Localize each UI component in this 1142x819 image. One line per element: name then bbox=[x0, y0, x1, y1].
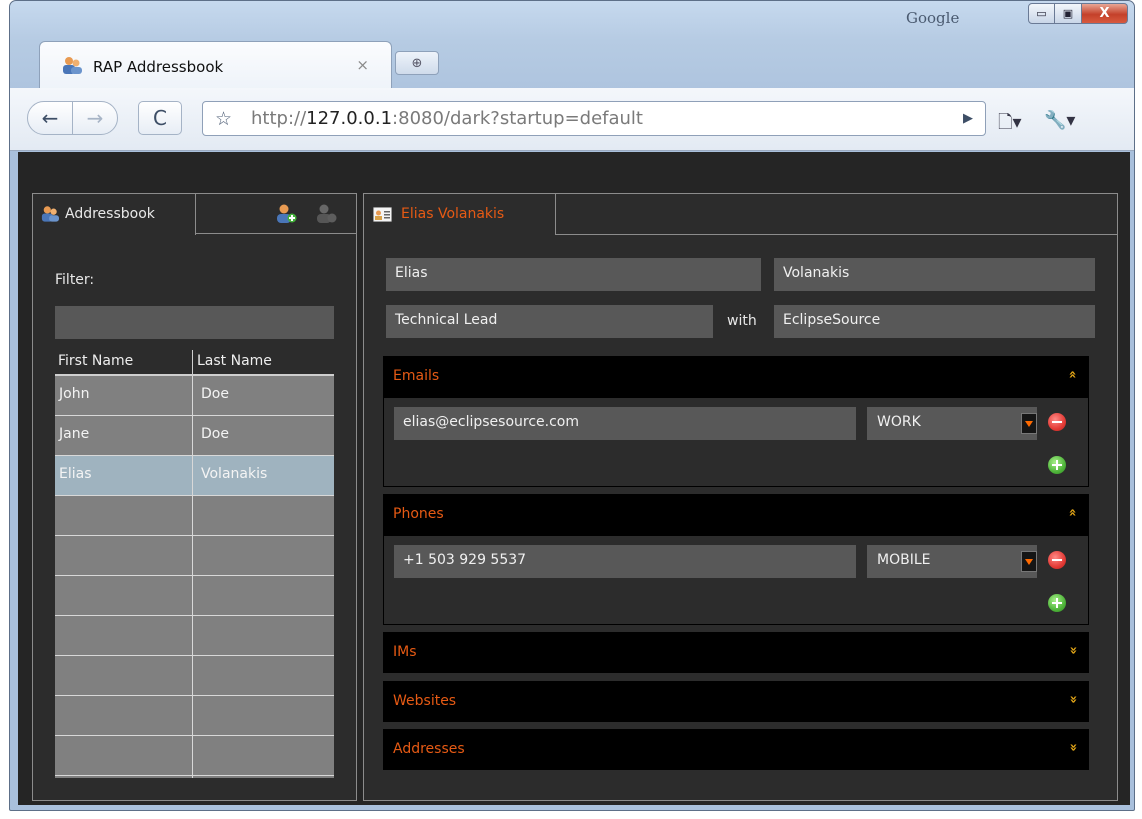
add-contact-icon[interactable] bbox=[275, 203, 297, 223]
phones-title: Phones bbox=[393, 506, 444, 522]
table-row[interactable] bbox=[55, 576, 334, 616]
cell-last-name: Doe bbox=[201, 426, 229, 442]
back-button[interactable]: ← bbox=[27, 101, 73, 135]
expand-chevron-icon[interactable]: » bbox=[1065, 646, 1080, 654]
email-type-value: WORK bbox=[877, 414, 921, 430]
delete-contact-icon[interactable] bbox=[315, 203, 337, 223]
add-email-icon[interactable] bbox=[1048, 456, 1066, 474]
addressbook-view: Addressbook Filter: First Name Last Name… bbox=[32, 193, 357, 801]
reload-button[interactable]: C bbox=[138, 101, 182, 135]
contacts-table: First Name Last Name John Doe Jane Doe Eli… bbox=[55, 350, 334, 778]
remove-email-icon[interactable] bbox=[1048, 413, 1066, 431]
bookmark-star-icon[interactable]: ☆ bbox=[215, 108, 232, 130]
table-row[interactable] bbox=[55, 616, 334, 656]
with-label: with bbox=[727, 313, 757, 329]
phone-input[interactable]: +1 503 929 5537 bbox=[394, 545, 856, 578]
email-input[interactable]: elias@eclipsesource.com bbox=[394, 407, 856, 440]
first-name-field[interactable]: Elias bbox=[386, 258, 761, 291]
column-divider[interactable] bbox=[192, 350, 193, 376]
cell-last-name: Doe bbox=[201, 386, 229, 402]
forward-button[interactable]: → bbox=[72, 101, 118, 135]
tab-label: Addressbook bbox=[65, 206, 155, 222]
tab-addressbook[interactable]: Addressbook bbox=[33, 194, 196, 235]
tab-close-icon[interactable]: × bbox=[356, 56, 369, 74]
ims-section[interactable]: IMs » bbox=[383, 632, 1089, 673]
tab-title: RAP Addressbook bbox=[93, 58, 224, 76]
google-label: Google bbox=[906, 9, 960, 27]
column-header-last-name[interactable]: Last Name bbox=[197, 353, 272, 369]
emails-title: Emails bbox=[393, 368, 440, 384]
filter-input[interactable] bbox=[55, 306, 334, 339]
cell-first-name: Elias bbox=[59, 466, 92, 482]
emails-header[interactable]: Emails » bbox=[383, 356, 1089, 397]
phones-section: Phones » +1 503 929 5537 MOBILE bbox=[383, 494, 1089, 625]
wrench-menu-icon[interactable]: 🔧▾ bbox=[1044, 110, 1075, 131]
url-text: http://127.0.0.1:8080/dark?startup=defau… bbox=[251, 108, 643, 129]
addressbook-icon bbox=[63, 57, 82, 74]
close-window-button[interactable]: X bbox=[1082, 3, 1128, 24]
websites-section[interactable]: Websites » bbox=[383, 681, 1089, 722]
emails-section: Emails » elias@eclipsesource.com WORK bbox=[383, 356, 1089, 487]
browser-toolbar: ← → C ☆ http://127.0.0.1:8080/dark?start… bbox=[10, 88, 1134, 151]
last-name-field[interactable]: Volanakis bbox=[774, 258, 1095, 291]
browser-tab[interactable]: RAP Addressbook × bbox=[39, 41, 392, 90]
tab-divider bbox=[556, 234, 1118, 235]
page-content: Addressbook Filter: First Name Last Name… bbox=[18, 152, 1130, 805]
add-phone-icon[interactable] bbox=[1048, 594, 1066, 612]
table-row[interactable] bbox=[55, 696, 334, 736]
expand-chevron-icon[interactable]: » bbox=[1065, 743, 1080, 751]
phones-header[interactable]: Phones » bbox=[383, 494, 1089, 535]
addresses-section[interactable]: Addresses » bbox=[383, 729, 1089, 770]
dropdown-arrow-icon[interactable] bbox=[1021, 413, 1037, 434]
websites-title: Websites bbox=[393, 693, 457, 709]
table-row[interactable]: Jane Doe bbox=[55, 416, 334, 456]
email-type-select[interactable]: WORK bbox=[867, 407, 1037, 440]
collapse-chevron-icon[interactable]: » bbox=[1065, 370, 1080, 378]
expand-chevron-icon[interactable]: » bbox=[1065, 695, 1080, 703]
remove-phone-icon[interactable] bbox=[1048, 551, 1066, 569]
address-bar[interactable]: ☆ http://127.0.0.1:8080/dark?startup=def… bbox=[202, 101, 986, 136]
company-field[interactable]: EclipseSource bbox=[774, 305, 1095, 338]
page-menu-icon[interactable]: 🗋▾ bbox=[998, 110, 1022, 140]
go-icon[interactable]: ▶ bbox=[963, 111, 973, 126]
filter-label: Filter: bbox=[55, 272, 95, 288]
cell-first-name: John bbox=[59, 386, 90, 402]
column-header-first-name[interactable]: First Name bbox=[58, 353, 133, 369]
table-row-selected[interactable]: Elias Volanakis bbox=[55, 456, 334, 496]
tab-contact[interactable]: Elias Volanakis bbox=[364, 194, 556, 235]
ims-title: IMs bbox=[393, 644, 417, 660]
contact-editor: Elias Volanakis Elias Volanakis Technica… bbox=[363, 193, 1118, 801]
table-row[interactable] bbox=[55, 656, 334, 696]
cell-first-name: Jane bbox=[59, 426, 90, 442]
contact-card-icon bbox=[373, 207, 392, 222]
addresses-title: Addresses bbox=[393, 741, 465, 757]
phone-type-select[interactable]: MOBILE bbox=[867, 545, 1037, 578]
new-tab-button[interactable]: ⊕ bbox=[395, 51, 439, 75]
column-divider bbox=[192, 376, 193, 778]
emails-body: elias@eclipsesource.com WORK bbox=[384, 398, 1088, 486]
table-row[interactable] bbox=[55, 536, 334, 576]
maximize-button[interactable]: ▣ bbox=[1055, 3, 1082, 24]
cell-last-name: Volanakis bbox=[201, 466, 268, 482]
phones-body: +1 503 929 5537 MOBILE bbox=[384, 536, 1088, 624]
phone-type-value: MOBILE bbox=[877, 552, 931, 568]
table-row[interactable] bbox=[55, 736, 334, 776]
contact-tab-label: Elias Volanakis bbox=[401, 206, 505, 222]
table-row[interactable] bbox=[55, 496, 334, 536]
addressbook-icon bbox=[41, 206, 59, 222]
table-row[interactable]: John Doe bbox=[55, 376, 334, 416]
minimize-button[interactable]: ▭ bbox=[1028, 3, 1055, 24]
window-controls: ▭ ▣ X bbox=[1028, 3, 1128, 24]
dropdown-arrow-icon[interactable] bbox=[1021, 551, 1037, 572]
collapse-chevron-icon[interactable]: » bbox=[1065, 508, 1080, 516]
table-header: First Name Last Name bbox=[55, 350, 334, 376]
job-title-field[interactable]: Technical Lead bbox=[386, 305, 713, 338]
